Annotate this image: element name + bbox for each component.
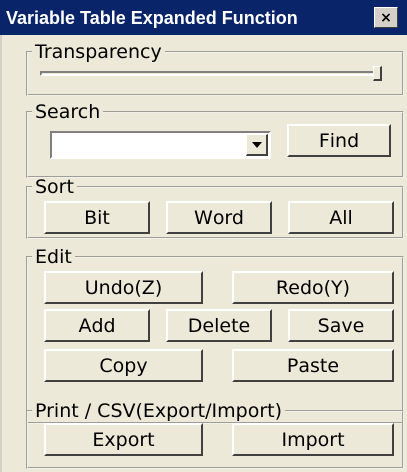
delete-button-label: elete (202, 314, 251, 337)
edit-label: Edit (35, 246, 72, 268)
close-button[interactable]: × (374, 7, 398, 28)
title-bar: Variable Table Expanded Function × (0, 0, 407, 35)
dropdown-button[interactable] (246, 134, 268, 156)
copy-button[interactable]: Copy (44, 349, 203, 382)
undo-button[interactable]: Undo(Z) (44, 271, 203, 304)
import-button-label: mport (287, 428, 345, 451)
save-button-label: ave (329, 314, 365, 337)
word-button[interactable]: Word (166, 201, 272, 234)
bit-button[interactable]: Bit (44, 201, 150, 234)
export-button-mnemonic: E (92, 428, 105, 451)
export-button[interactable]: Export (44, 423, 203, 456)
find-button-mnemonic: F (318, 129, 330, 152)
add-button-mnemonic: A (78, 314, 92, 337)
find-button[interactable]: Find (287, 124, 391, 157)
search-input[interactable] (54, 135, 244, 155)
redo-button-mnemonic: Y (331, 276, 343, 299)
paste-button-label: aste (298, 354, 340, 377)
redo-button[interactable]: Redo(Y) (232, 271, 394, 304)
bit-button-mnemonic: B (84, 206, 98, 229)
word-button-label: ord (212, 206, 244, 229)
save-button[interactable]: Save (288, 309, 394, 342)
search-combobox[interactable] (50, 131, 271, 159)
word-button-mnemonic: W (194, 206, 213, 229)
all-button-label-start: A (329, 206, 343, 229)
slider-track[interactable] (40, 71, 382, 76)
window-body: Transparency Search Find Sort Bit Word A… (0, 35, 407, 472)
delete-button[interactable]: Delete (166, 309, 272, 342)
all-button-label-end: l (347, 206, 353, 229)
import-button[interactable]: Import (232, 423, 394, 456)
redo-button-label-start: Redo( (275, 276, 332, 299)
transparency-slider[interactable] (26, 42, 404, 96)
export-button-label: xport (104, 428, 155, 451)
slider-thumb[interactable] (373, 66, 382, 81)
copy-button-mnemonic: C (99, 354, 113, 377)
undo-button-label-start: Undo( (84, 276, 142, 299)
paste-button[interactable]: Paste (232, 349, 394, 382)
undo-button-label-end: ) (154, 276, 163, 299)
copy-button-label: opy (112, 354, 148, 377)
window-title: Variable Table Expanded Function (6, 8, 298, 28)
close-icon: × (380, 9, 392, 26)
delete-button-mnemonic: D (187, 314, 203, 337)
search-label: Search (35, 101, 101, 123)
add-button-label: dd (91, 314, 116, 337)
sort-label: Sort (35, 176, 74, 198)
add-button[interactable]: Add (44, 309, 150, 342)
chevron-down-icon (251, 141, 262, 148)
save-button-mnemonic: S (317, 314, 330, 337)
all-button[interactable]: All (288, 201, 394, 234)
paste-button-mnemonic: P (286, 354, 299, 377)
redo-button-label-end: ) (342, 276, 351, 299)
find-button-label: ind (329, 129, 360, 152)
undo-button-mnemonic: Z (141, 276, 155, 299)
print-csv-label: Print / CSV(Export/Import) (35, 400, 282, 422)
bit-button-label: it (97, 206, 110, 229)
